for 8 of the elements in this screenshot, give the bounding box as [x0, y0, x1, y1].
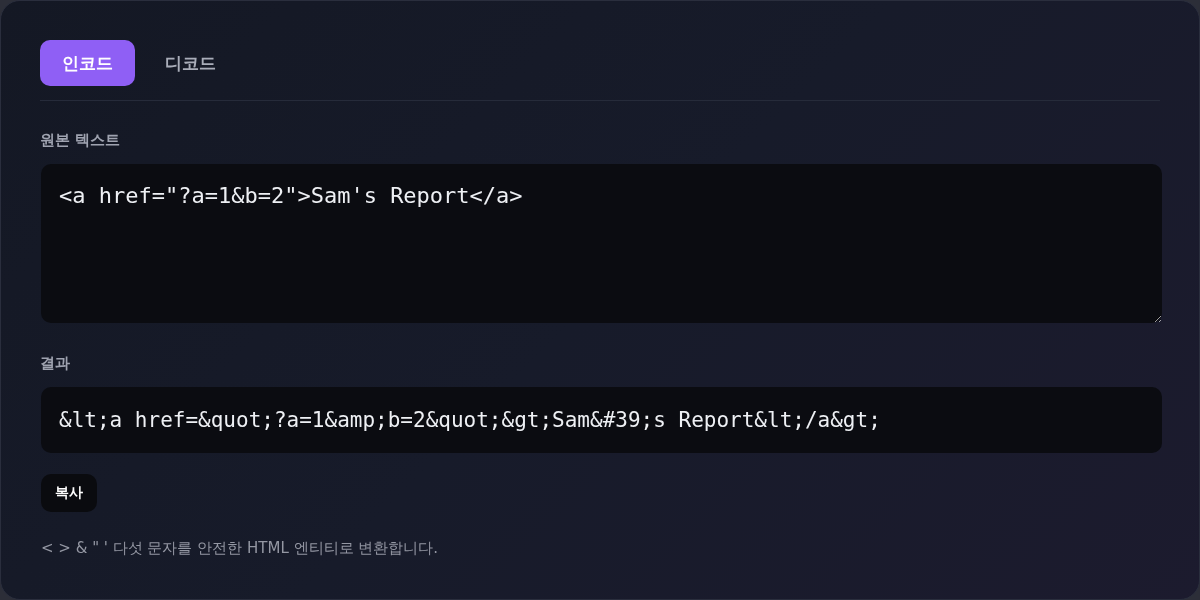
field-label: 결과 — [40, 354, 70, 373]
help-text: < > & " ' 다섯 문자를 안전한 HTML 엔티티로 변환합니다. — [41, 539, 439, 558]
field-label: 원본 텍스트 — [40, 131, 121, 150]
tab[interactable]: 인코드 — [40, 40, 135, 86]
input-field[interactable]: <a href="?a=1&b=2">Sam's Report</a> — [41, 164, 1162, 323]
tab[interactable]: 디코드 — [143, 40, 238, 86]
result-field: &lt;a href=&quot;?a=1&amp;b=2&quot;&gt;Sam&#39;s Report&lt;/a&gt; — [41, 387, 1162, 453]
copy-button[interactable]: 복사 — [41, 474, 97, 512]
